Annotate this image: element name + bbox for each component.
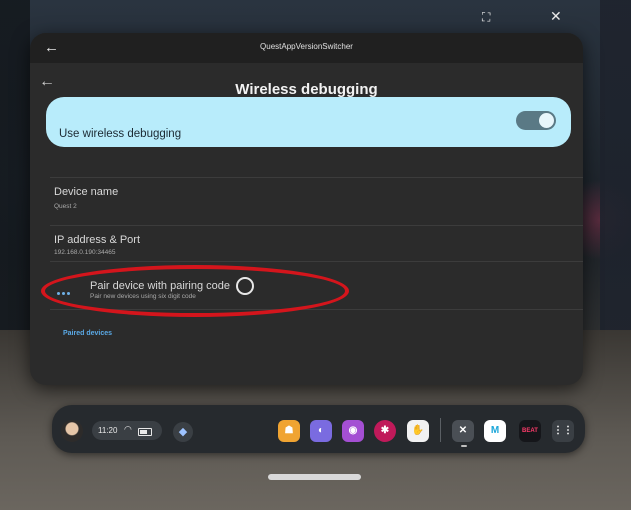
use-wireless-debugging-toggle-row[interactable]: Use wireless debugging	[46, 97, 571, 147]
wifi-icon: ◠	[124, 424, 132, 434]
home-bar[interactable]	[268, 474, 361, 480]
divider	[50, 261, 583, 262]
window-title: QuestAppVersionSwitcher	[260, 42, 353, 51]
toggle-label: Use wireless debugging	[59, 128, 182, 140]
app-people-icon[interactable]: ◉	[342, 420, 364, 442]
wireless-debugging-switch[interactable]	[516, 111, 556, 130]
ip-address-value: 192.168.0.190:34465	[54, 249, 116, 256]
app-grid-icon[interactable]: ⋮⋮	[552, 420, 574, 442]
app-orange-icon[interactable]: ☗	[278, 420, 300, 442]
app-pink-wheel-icon[interactable]: ✱	[374, 420, 396, 442]
system-dock: 11:20 ◠ ◆ ☗ ◐ ◉ ✱ ✋ ✕ M BEAT ⋮⋮	[52, 405, 585, 453]
status-pill[interactable]: 11:20 ◠	[92, 421, 162, 440]
dock-separator	[440, 418, 441, 442]
device-name-value: Quest 2	[54, 203, 77, 210]
beat-saber-icon[interactable]: BEAT	[519, 420, 541, 442]
page-title: Wireless debugging	[235, 81, 378, 98]
avatar[interactable]	[61, 420, 83, 442]
expand-icon[interactable]: ⛶	[482, 10, 490, 25]
device-name-title: Device name	[54, 186, 119, 198]
battery-icon	[138, 428, 152, 436]
paired-devices-header: Paired devices	[63, 330, 113, 337]
red-annotation-circle	[41, 265, 349, 317]
divider	[50, 177, 583, 178]
close-icon[interactable]: ✕	[550, 8, 562, 25]
ip-address-title: IP address & Port	[54, 234, 141, 246]
app-white-figure-icon[interactable]: ✋	[407, 420, 429, 442]
app-m-icon[interactable]: M	[484, 420, 506, 442]
app-purple-blue-icon[interactable]: ◐	[310, 420, 332, 442]
device-name-row[interactable]: Device name Quest 2	[30, 183, 583, 229]
app-window: ← QuestAppVersionSwitcher ← Wireless deb…	[30, 33, 583, 385]
app-x-icon[interactable]: ✕	[452, 420, 474, 442]
divider	[50, 225, 583, 226]
running-indicator	[461, 445, 467, 447]
bell-icon[interactable]: ◆	[173, 422, 193, 442]
clock-time: 11:20	[98, 426, 118, 435]
window-controls: ⛶ ✕	[480, 8, 580, 38]
switch-knob	[539, 113, 554, 128]
